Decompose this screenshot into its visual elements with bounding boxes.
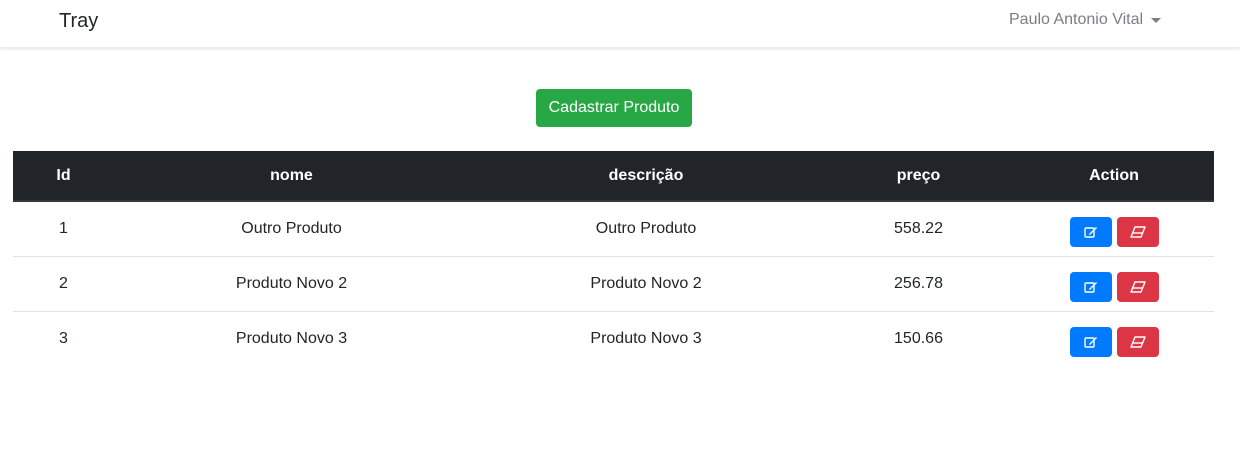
table-header: Id nome descrição preço Action (13, 151, 1214, 202)
top-navbar: Tray Paulo Antonio Vital (0, 0, 1240, 48)
user-dropdown-toggle[interactable]: Paulo Antonio Vital (1009, 11, 1162, 29)
cell-descricao: Produto Novo 2 (469, 255, 823, 311)
header-id: Id (13, 151, 114, 202)
delete-button[interactable] (1116, 271, 1159, 302)
cell-id: 3 (13, 310, 114, 366)
edit-button[interactable] (1069, 271, 1112, 302)
cell-nome: Produto Novo 2 (114, 255, 469, 311)
header-preco: preço (823, 151, 1014, 202)
header-descricao: descrição (469, 151, 823, 202)
cell-descricao: Outro Produto (595, 219, 697, 237)
header-action: Action (1014, 151, 1214, 202)
cell-preco: 150.66 (823, 310, 1014, 366)
cell-preco: 558.22 (894, 219, 943, 237)
cell-descricao: Produto Novo 3 (469, 310, 823, 366)
row-actions (1014, 321, 1214, 357)
table-body: 1 Outro Produto Outro Produto 558.22 2 P… (13, 201, 1214, 366)
cell-id: 2 (13, 255, 114, 311)
table-header-row: Id nome descrição preço Action (13, 151, 1214, 202)
cell-nome: Outro Produto (241, 219, 342, 237)
products-table: Id nome descrição preço Action 1 Outro P… (13, 151, 1214, 366)
table-row: 2 Produto Novo 2 Produto Novo 2 256.78 (13, 255, 1214, 311)
cell-actions (1014, 255, 1214, 311)
eraser-icon (1129, 226, 1146, 238)
brand-link[interactable]: Tray (59, 10, 98, 33)
edit-icon (1083, 280, 1098, 294)
caret-down-icon (1151, 18, 1162, 23)
cell-preco: 256.78 (823, 255, 1014, 311)
cell-id: 1 (59, 219, 68, 237)
edit-icon (1083, 225, 1098, 239)
eraser-icon (1129, 336, 1146, 348)
edit-icon (1083, 335, 1098, 349)
row-actions (1014, 211, 1214, 247)
create-product-button[interactable]: Cadastrar Produto (536, 89, 692, 127)
delete-button[interactable] (1116, 216, 1159, 247)
cell-nome: Produto Novo 3 (114, 310, 469, 366)
table-row: 1 Outro Produto Outro Produto 558.22 (13, 201, 1214, 256)
delete-button[interactable] (1116, 326, 1159, 357)
header-nome: nome (114, 151, 469, 202)
row-actions (1014, 266, 1214, 302)
cell-actions (1014, 201, 1214, 256)
eraser-icon (1129, 280, 1146, 293)
cell-actions (1014, 310, 1214, 366)
table-row: 3 Produto Novo 3 Produto Novo 3 150.66 (13, 310, 1214, 366)
edit-button[interactable] (1069, 216, 1112, 247)
user-name: Paulo Antonio Vital (1009, 11, 1144, 28)
edit-button[interactable] (1069, 326, 1112, 357)
